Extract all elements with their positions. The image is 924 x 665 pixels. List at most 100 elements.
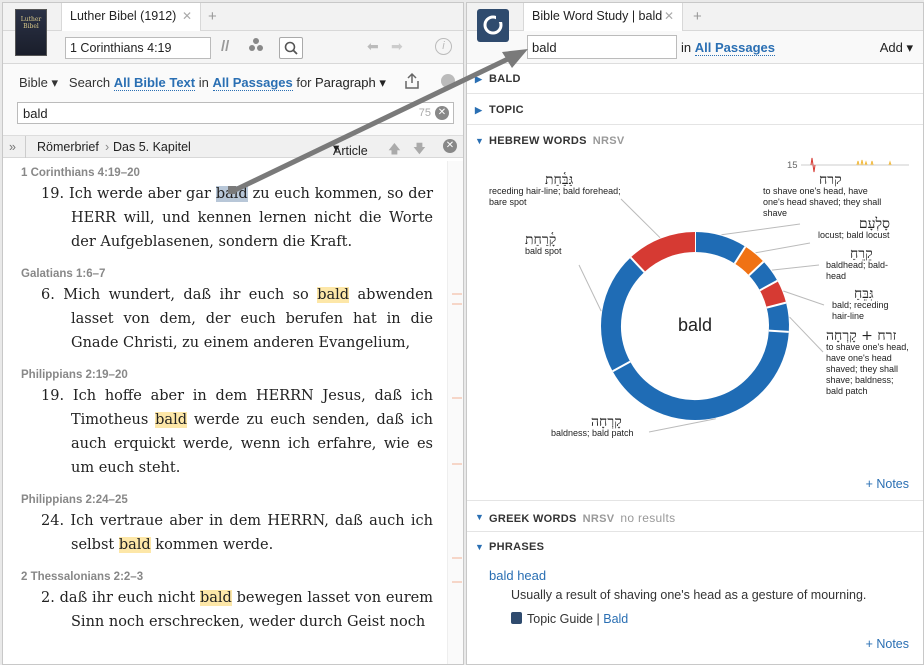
hebrew-word-qarachat[interactable]: קָ֫רַחַת bald spot bbox=[525, 233, 595, 257]
search-result[interactable]: 1 Corinthians 4:19–20 19. Ich werde aber … bbox=[3, 167, 449, 254]
topic-guide-row: Topic Guide | Bald bbox=[511, 612, 628, 626]
donut-slice[interactable] bbox=[759, 280, 787, 308]
search-hit[interactable]: bald bbox=[155, 412, 187, 428]
expand-icon[interactable]: » bbox=[9, 140, 16, 154]
search-hit[interactable]: bald bbox=[215, 186, 248, 202]
gloss-text: bald; receding hair-line bbox=[832, 300, 889, 321]
gloss-text: receding hair-line; bald forehead; bare … bbox=[489, 186, 621, 207]
add-tab-icon[interactable]: + bbox=[208, 8, 217, 25]
for-label: for bbox=[296, 75, 312, 90]
all-passages-link[interactable]: All Passages bbox=[212, 75, 293, 91]
options-icon[interactable] bbox=[441, 74, 455, 88]
breadcrumb-book[interactable]: Römerbrief bbox=[37, 140, 99, 154]
hebrew-word-gibbeach[interactable]: גִּבֵּחַ bald; receding hair-line bbox=[832, 287, 902, 322]
leader-line bbox=[771, 264, 820, 271]
topic-guide-bald-link[interactable]: Bald bbox=[603, 612, 628, 626]
search-result[interactable]: Galatians 1:6–7 6. Mich wundert, daß ihr … bbox=[3, 268, 449, 355]
topic-guide-label[interactable]: Topic Guide bbox=[527, 612, 593, 626]
hebrew-word-qorchah[interactable]: קָרְחָה baldness; bald patch bbox=[551, 415, 661, 439]
tab-luther-bible[interactable]: Luther Bibel (1912) ✕ bbox=[61, 3, 201, 31]
gloss-text: to shave one's head, have one's head sha… bbox=[826, 342, 909, 396]
word-study-logo-icon bbox=[477, 9, 509, 42]
reference-input[interactable]: 1 Corinthians 4:19 bbox=[65, 37, 211, 59]
next-arrow-icon[interactable]: 🡇 bbox=[413, 140, 426, 161]
info-icon[interactable]: i bbox=[435, 38, 452, 55]
bible-panel: Luther Bibel (1912) ✕ + Luther Bibel 1 C… bbox=[2, 2, 464, 665]
result-count: 75 bbox=[418, 107, 431, 119]
result-text[interactable]: 6. Mich wundert, daß ihr euch so bald ab… bbox=[21, 283, 449, 355]
verse-number: 2. bbox=[41, 590, 55, 606]
section-greek-words: ▼ GREEK WORDS NRSV no results bbox=[467, 503, 923, 532]
book-cover[interactable]: Luther Bibel bbox=[15, 9, 47, 56]
search-panel: Bible ▾ Search All Bible Text in All Pas… bbox=[3, 64, 463, 136]
result-reference[interactable]: Philippians 2:19–20 bbox=[21, 369, 449, 381]
result-text[interactable]: 19. Ich hoffe aber in dem HERRN Jesus, d… bbox=[21, 384, 449, 480]
close-search-icon[interactable]: ✕ bbox=[443, 139, 457, 153]
verse-number: 24. bbox=[41, 513, 65, 529]
verse-number: 6. bbox=[41, 287, 55, 303]
result-text[interactable]: 19. Ich werde aber gar bald zu euch komm… bbox=[21, 182, 449, 254]
search-hit[interactable]: bald bbox=[199, 590, 232, 606]
donut-slice[interactable] bbox=[734, 246, 764, 276]
donut-slice[interactable] bbox=[630, 232, 696, 273]
separator: | bbox=[596, 612, 600, 626]
reference-bar: 1 Corinthians 4:19 // ⬅ ➡ i bbox=[3, 31, 463, 64]
result-reference[interactable]: Galatians 1:6–7 bbox=[21, 268, 449, 280]
hebrew-word-gabbachat[interactable]: גַּבַּ֫חַת receding hair-line; bald fore… bbox=[489, 173, 634, 208]
result-text[interactable]: 2. daß ihr euch nicht bald bewegen lasse… bbox=[21, 586, 449, 634]
phrases-notes-link[interactable]: + Notes bbox=[866, 637, 909, 651]
visual-filter-icon[interactable] bbox=[248, 37, 264, 56]
breadcrumb-chapter[interactable]: Das 5. Kapitel bbox=[113, 140, 191, 154]
result-scrollbar[interactable] bbox=[447, 161, 463, 664]
donut-slice[interactable] bbox=[748, 261, 778, 291]
result-text[interactable]: 24. Ich vertraue aber in dem HERRN, daß … bbox=[21, 509, 449, 557]
collapse-triangle-icon[interactable]: ▼ bbox=[475, 512, 484, 522]
topic-guide-icon bbox=[511, 612, 522, 624]
prev-arrow-icon[interactable]: 🡅 bbox=[388, 140, 401, 161]
collapse-triangle-icon[interactable]: ▼ bbox=[475, 542, 484, 552]
result-reference[interactable]: 2 Thessalonians 2:2–3 bbox=[21, 571, 449, 583]
forward-arrow-icon[interactable]: ➡ bbox=[391, 38, 403, 55]
back-arrow-icon[interactable]: ⬅ bbox=[367, 38, 379, 55]
in-label: in bbox=[198, 75, 209, 90]
verse-after: kommen werde. bbox=[150, 537, 274, 553]
search-result[interactable]: 2 Thessalonians 2:2–3 2. daß ihr euch nic… bbox=[3, 571, 449, 634]
result-reference[interactable]: 1 Corinthians 4:19–20 bbox=[21, 167, 449, 179]
donut-slice[interactable] bbox=[612, 330, 789, 420]
hebrew-word-qereach[interactable]: קֵרֵחַ baldhead; bald-head bbox=[826, 246, 896, 282]
section-title: GREEK WORDS bbox=[489, 513, 577, 525]
slice-separator bbox=[768, 329, 789, 333]
article-dropdown[interactable]: Article ▾ bbox=[333, 140, 368, 158]
hebrew-word-solam[interactable]: סָלְעָם locust; bald locust bbox=[818, 217, 890, 241]
donut-center-label: bald bbox=[678, 315, 713, 335]
hebrew-word-zrch-qorchah[interactable]: זרח + קָרְחָה to shave one's head, have … bbox=[826, 329, 910, 397]
hebrew-word-qrch[interactable]: קרח to shave one's head, have one's head… bbox=[763, 173, 891, 219]
leader-line bbox=[783, 290, 825, 306]
donut-slice[interactable] bbox=[694, 232, 746, 264]
clear-icon[interactable]: ✕ bbox=[435, 106, 449, 120]
search-hit[interactable]: bald bbox=[317, 287, 350, 303]
scope-dropdown[interactable]: Bible ▾ bbox=[19, 75, 58, 90]
search-button[interactable] bbox=[279, 37, 303, 59]
parallel-icon[interactable]: // bbox=[221, 38, 229, 55]
search-hit[interactable]: bald bbox=[118, 537, 151, 553]
hebrew-text: קֵרֵחַ bbox=[850, 246, 873, 262]
verse-before: Ich werde aber gar bbox=[68, 186, 216, 202]
share-icon[interactable] bbox=[403, 72, 421, 93]
search-results: 1 Corinthians 4:19–20 19. Ich werde aber … bbox=[3, 161, 449, 664]
donut-slice[interactable] bbox=[766, 302, 789, 332]
gloss-text: baldhead; bald-head bbox=[826, 260, 889, 281]
tab-title: Luther Bibel (1912) bbox=[70, 9, 177, 23]
search-result[interactable]: Philippians 2:19–20 19. Ich hoffe aber in… bbox=[3, 369, 449, 480]
hebrew-notes-link[interactable]: + Notes bbox=[866, 477, 909, 491]
paragraph-dropdown[interactable]: Paragraph ▾ bbox=[315, 75, 386, 91]
search-query-input[interactable]: bald 75 ✕ bbox=[17, 102, 454, 124]
all-bible-text-link[interactable]: All Bible Text bbox=[113, 75, 196, 91]
verse-number: 19. bbox=[41, 186, 65, 202]
result-reference[interactable]: Philippians 2:24–25 bbox=[21, 494, 449, 506]
donut-slice[interactable] bbox=[601, 257, 645, 372]
phrase-bald-head-link[interactable]: bald head bbox=[489, 568, 546, 583]
search-result[interactable]: Philippians 2:24–25 24. Ich vertraue aber… bbox=[3, 494, 449, 557]
close-icon[interactable]: ✕ bbox=[182, 9, 192, 23]
gloss-text: to shave one's head, have one's head sha… bbox=[763, 186, 882, 218]
